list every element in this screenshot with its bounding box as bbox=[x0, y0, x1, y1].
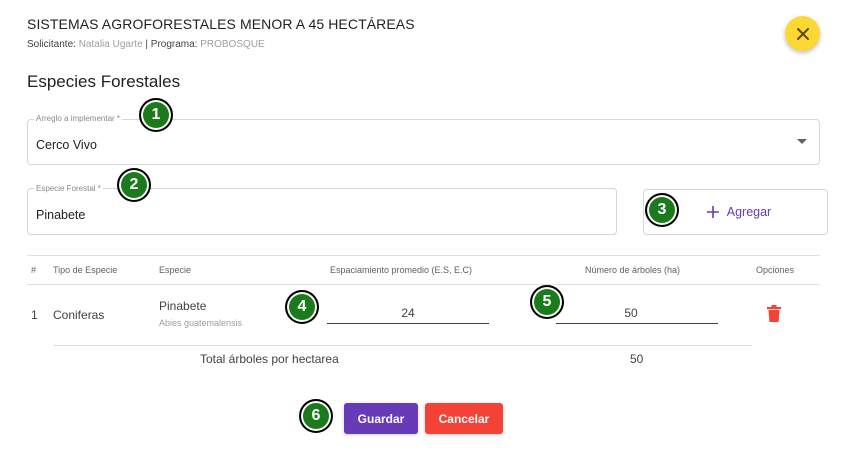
especie-value: Pinabete bbox=[36, 208, 86, 222]
especie-label: Especie Forestal * bbox=[34, 184, 103, 193]
solicitante-value: Natalia Ugarte bbox=[78, 39, 143, 50]
step-badge-2: 2 bbox=[117, 168, 151, 202]
dropdown-arrow-icon bbox=[797, 139, 807, 144]
header-especie: Especie bbox=[159, 265, 192, 275]
header-num: # bbox=[31, 265, 37, 275]
step-badge-4: 4 bbox=[285, 290, 319, 324]
row-especie: Pinabete bbox=[159, 299, 207, 313]
arboles-underline bbox=[556, 323, 718, 324]
dialog-title: SISTEMAS AGROFORESTALES MENOR A 45 HECTÁ… bbox=[27, 16, 415, 32]
row-cientifico: Abies guatemalensis bbox=[159, 318, 243, 328]
step-badge-5: 5 bbox=[530, 285, 564, 319]
close-button[interactable] bbox=[785, 16, 820, 51]
step-badge-3: 3 bbox=[645, 193, 679, 227]
especie-field[interactable]: Pinabete bbox=[27, 188, 617, 235]
save-button[interactable]: Guardar bbox=[344, 403, 418, 434]
total-value: 50 bbox=[630, 352, 644, 366]
programa-label: Programa: bbox=[150, 39, 198, 50]
espaciamiento-input[interactable]: 24 bbox=[327, 300, 489, 325]
header-opciones: Opciones bbox=[756, 265, 795, 275]
header-espaciamiento: Espaciamiento promedio (E.S, E.C) bbox=[330, 265, 473, 275]
trash-icon bbox=[767, 305, 781, 322]
arreglo-value: Cerco Vivo bbox=[36, 138, 97, 152]
espaciamiento-value: 24 bbox=[401, 306, 415, 320]
arboles-input[interactable]: 50 bbox=[556, 300, 718, 325]
espaciamiento-underline bbox=[327, 323, 489, 324]
cancel-button[interactable]: Cancelar bbox=[425, 403, 503, 434]
add-button-label: Agregar bbox=[726, 205, 772, 219]
arreglo-label: Arreglo a implementar * bbox=[34, 114, 123, 123]
solicitante-label: Solicitante: bbox=[27, 39, 76, 50]
row-tipo: Coniferas bbox=[53, 308, 105, 322]
table-header-divider bbox=[27, 284, 820, 285]
plus-icon bbox=[706, 206, 719, 218]
total-label: Total árboles por hectarea bbox=[200, 352, 339, 366]
header-arboles: Número de árboles (ha) bbox=[585, 265, 681, 275]
header-tipo: Tipo de Especie bbox=[53, 265, 118, 275]
table-row-divider bbox=[53, 345, 752, 346]
dialog-subtitle: Solicitante: Natalia Ugarte | Programa: … bbox=[27, 39, 265, 50]
step-badge-1: 1 bbox=[139, 98, 173, 132]
subtitle-separator: | bbox=[145, 39, 149, 50]
delete-button[interactable] bbox=[766, 305, 782, 323]
close-icon bbox=[796, 27, 809, 40]
programa-value: PROBOSQUE bbox=[200, 39, 265, 50]
section-title: Especies Forestales bbox=[27, 72, 181, 91]
table-top-divider bbox=[27, 255, 820, 256]
row-num: 1 bbox=[31, 308, 38, 322]
arboles-value: 50 bbox=[624, 306, 638, 320]
step-badge-6: 6 bbox=[299, 399, 333, 433]
